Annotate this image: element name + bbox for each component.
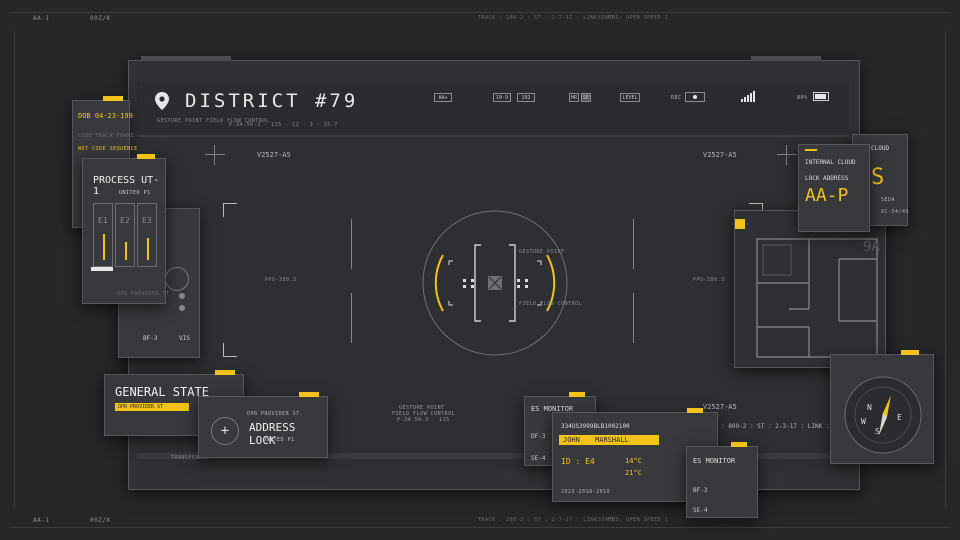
id-name-bar: JOHN MARSHALL (559, 435, 659, 445)
rec-dot-icon (693, 95, 697, 99)
crosshair-right (777, 145, 797, 165)
add-button[interactable]: + (211, 417, 239, 445)
status-text-bottom: STATUS: OPEN SPEED 1 (598, 517, 669, 523)
id-number: 334US3999BLB1002100 (561, 423, 630, 430)
battery-percent: 80% (797, 95, 808, 101)
main-header: DISTRICT #79 GESTURE POINT FIELD FLOW CO… (137, 81, 849, 133)
map-label: 9A (863, 239, 880, 255)
toolbar-button-a[interactable]: AA+ (434, 93, 452, 102)
es-small-code-1: DF-3 (531, 433, 546, 440)
coord-right: V2527-A5 (703, 151, 737, 159)
compass-n: N (867, 403, 872, 412)
es-monitor-title: ES MONITOR (693, 457, 736, 465)
map-panel: 9A (734, 210, 886, 368)
toolbar-button-c[interactable]: 192 (517, 93, 535, 102)
cloud-val-2: XC-54/45 (881, 209, 910, 215)
id-temp-2: 21°C (625, 469, 642, 477)
general-title: GENERAL STATE (115, 385, 209, 399)
process-slots: E1 E2 E3 (93, 203, 157, 267)
battery-icon (813, 92, 829, 101)
corner-left-code: 00Z/K (90, 15, 111, 22)
es-monitor-code-1: BF-3 (693, 487, 708, 494)
coord-bottom-right: V2527-A5 (703, 403, 737, 411)
gesture-label-bot: P-34.56-3 · 115 (397, 417, 450, 423)
compass-w: W (861, 417, 866, 426)
slot-e3[interactable]: E3 (137, 203, 157, 267)
es-monitor-code-2: SE-4 (693, 507, 708, 514)
toolbar-button-d[interactable]: HR (569, 93, 579, 102)
id-date: 2023-2018-2010 (561, 489, 611, 495)
id-temp-1: 14°C (625, 457, 642, 465)
id-code: ID : E4 (561, 457, 595, 466)
page-title: DISTRICT #79 (185, 90, 359, 112)
address-small: OPR PROVIDER ST. (247, 411, 304, 417)
track-text-bottom: TRACK : 208-2 : ST : 2-7-17 : LINK : HF (478, 517, 615, 523)
corner-left-code-bottom: 00Z/K (90, 517, 111, 524)
general-sub: OPR PROVIDER ST (115, 403, 189, 411)
signal-icon (741, 91, 755, 102)
address-lock-panel: + OPR PROVIDER ST. ADDRESS LOCK UNITED P… (198, 392, 328, 458)
cloud-val-1: SEDA (881, 197, 896, 203)
sub-line-2: P-34.56-3 · 115 · 12 · 3 · 15-7 (229, 122, 338, 128)
dob-line-2: NOT CODE SEQUENCE (78, 146, 138, 152)
corner-left-label-bottom: AA-1 (33, 517, 50, 524)
status-text-top: STATUS: OPEN SPEED 1 (598, 15, 669, 21)
cloud-title-2: CLOUD (871, 145, 890, 152)
slot-e2[interactable]: E2 (115, 203, 135, 267)
ppo-left: PPO-380.3 (265, 277, 297, 283)
process-panel: PROCESS UT-1 UNITED P1 E1 E2 E3 OPR PROV… (82, 154, 169, 304)
process-subtitle: UNITED P1 (119, 190, 151, 196)
cloud-big-2: S (871, 165, 885, 190)
dob-line-1: CODE TRACK FRAME (78, 133, 135, 139)
toolbar-button-b[interactable]: 10-9 (493, 93, 511, 102)
coord-left: V2527-A5 (257, 151, 291, 159)
address-title: ADDRESS LOCK (249, 421, 296, 447)
center-label-top: GESTURE POINT (519, 249, 565, 255)
address-sub: UNITED P1 (263, 437, 295, 443)
bf-code-2: VIS (179, 335, 190, 342)
rec-label: REC (671, 95, 682, 101)
center-label-bottom: FIELD FLOW CONTROL (519, 301, 583, 307)
compass-panel: N W E S (830, 350, 934, 464)
ppo-right: PPO-380.3 (693, 277, 725, 283)
toolbar-button-e[interactable]: SE (581, 93, 591, 102)
dob-title: DOB 04-23-199 (78, 112, 133, 120)
crosshair-left (205, 145, 225, 165)
cloud-title: INTERNAL CLOUD (805, 159, 856, 166)
cloud-panel: INTERNAL CLOUD LOCK ADDRESS AA-P (798, 144, 870, 232)
toolbar-button-level[interactable]: LEVEL (620, 93, 640, 102)
rec-button[interactable] (685, 92, 705, 102)
es-monitor-panel: ES MONITOR BF-3 SE-4 (686, 442, 758, 518)
bf-code: BF-3 (143, 335, 158, 342)
slot-e1[interactable]: E1 (93, 203, 113, 267)
compass-e: E (897, 413, 902, 422)
cloud-label: LOCK ADDRESS (805, 175, 849, 182)
process-footer: OPR PROVIDER ST (117, 291, 170, 297)
corner-left-label: AA-1 (33, 15, 50, 22)
file-line: FILE : 809-2 : ST : 2-3-17 : LINK : HF (703, 423, 841, 430)
cloud-big: AA-P (805, 185, 849, 206)
compass-s: S (875, 427, 880, 436)
target-reticle (422, 210, 568, 356)
map-pin-icon (155, 92, 169, 110)
track-text-top: TRACK : 208-2 : ST : 2-7-17 : LINK : HF (478, 15, 615, 21)
compass-icon (844, 376, 922, 454)
es-small-code-2: SE-4 (531, 455, 546, 462)
